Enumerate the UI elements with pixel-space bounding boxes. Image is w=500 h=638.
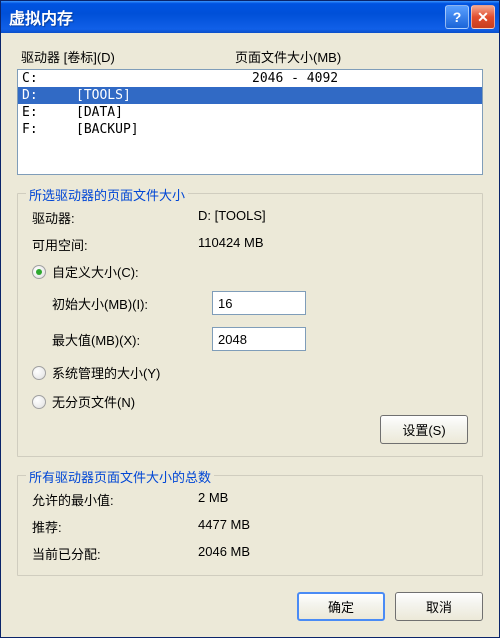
currently-allocated-value: 2046 MB (198, 544, 468, 563)
pagefile-size-column-header: 页面文件大小(MB) (235, 47, 479, 66)
drive-row[interactable]: D:[TOOLS] (18, 87, 482, 104)
selected-drive-group: 所选驱动器的页面文件大小 驱动器: D: [TOOLS] 可用空间: 11042… (17, 193, 483, 457)
system-managed-radio[interactable] (32, 366, 46, 380)
drive-pagefile-size: 2046 - 4092 (252, 71, 478, 86)
drive-label: 驱动器: (32, 208, 198, 227)
close-button[interactable]: ✕ (471, 5, 495, 29)
initial-size-input[interactable] (212, 291, 306, 315)
min-allowed-label: 允许的最小值: (32, 490, 198, 509)
available-space-value: 110424 MB (198, 235, 468, 254)
system-managed-label: 系统管理的大小(Y) (52, 363, 160, 382)
drive-volume-label: [BACKUP] (76, 122, 252, 137)
recommended-label: 推荐: (32, 517, 198, 536)
drive-list[interactable]: C:2046 - 4092D:[TOOLS]E:[DATA]F:[BACKUP] (17, 69, 483, 175)
drive-value: D: [TOOLS] (198, 208, 468, 227)
drive-row[interactable]: C: 2046 - 4092 (18, 70, 482, 87)
drive-column-header: 驱动器 [卷标](D) (21, 47, 235, 66)
no-paging-file-radio[interactable] (32, 395, 46, 409)
max-size-input[interactable] (212, 327, 306, 351)
cancel-button[interactable]: 取消 (395, 592, 483, 621)
drive-row[interactable]: F:[BACKUP] (18, 121, 482, 138)
group-title: 所选驱动器的页面文件大小 (26, 185, 188, 204)
total-paging-group: 所有驱动器页面文件大小的总数 允许的最小值: 2 MB 推荐: 4477 MB … (17, 475, 483, 576)
drive-volume-label: [TOOLS] (76, 88, 252, 103)
virtual-memory-dialog: 虚拟内存 ? ✕ 驱动器 [卷标](D) 页面文件大小(MB) C: 2046 -… (0, 0, 500, 638)
drive-pagefile-size (252, 122, 478, 137)
drive-pagefile-size (252, 88, 478, 103)
titlebar[interactable]: 虚拟内存 ? ✕ (1, 1, 499, 33)
drive-letter: C: (22, 71, 76, 86)
drive-volume-label (76, 71, 252, 86)
drive-letter: F: (22, 122, 76, 137)
custom-size-radio[interactable] (32, 265, 46, 279)
drive-volume-label: [DATA] (76, 105, 252, 120)
no-paging-file-label: 无分页文件(N) (52, 392, 135, 411)
recommended-value: 4477 MB (198, 517, 468, 536)
drive-letter: D: (22, 88, 76, 103)
min-allowed-value: 2 MB (198, 490, 468, 509)
drive-letter: E: (22, 105, 76, 120)
currently-allocated-label: 当前已分配: (32, 544, 198, 563)
drive-pagefile-size (252, 105, 478, 120)
initial-size-label: 初始大小(MB)(I): (52, 294, 212, 313)
ok-button[interactable]: 确定 (297, 592, 385, 621)
set-button[interactable]: 设置(S) (380, 415, 468, 444)
window-title: 虚拟内存 (9, 5, 445, 29)
max-size-label: 最大值(MB)(X): (52, 330, 212, 349)
custom-size-label: 自定义大小(C): (52, 262, 139, 281)
drive-row[interactable]: E:[DATA] (18, 104, 482, 121)
close-icon: ✕ (477, 9, 489, 26)
group-title: 所有驱动器页面文件大小的总数 (26, 467, 214, 486)
available-space-label: 可用空间: (32, 235, 198, 254)
help-button[interactable]: ? (445, 5, 469, 29)
help-icon: ? (453, 9, 462, 25)
